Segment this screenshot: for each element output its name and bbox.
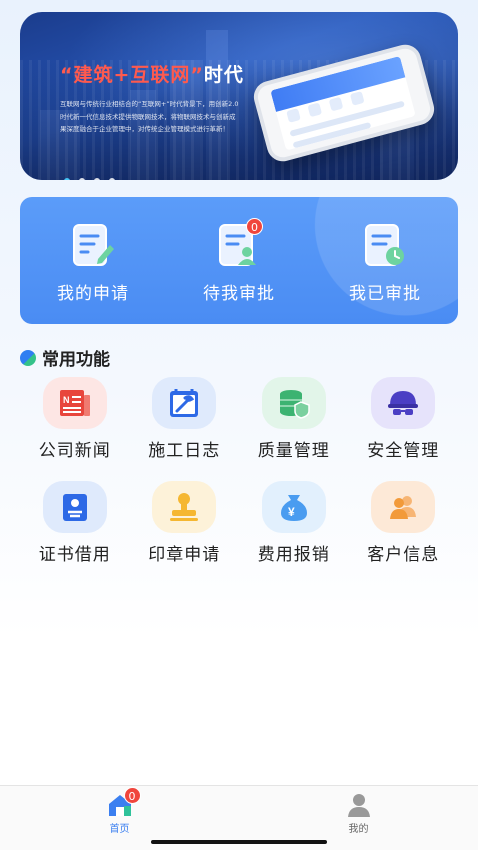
carousel-dot[interactable] — [64, 178, 70, 180]
customers-icon — [371, 481, 436, 533]
construction-log-button[interactable]: 施工日志 — [130, 377, 240, 461]
approval-card: 我的申请 0 待我审批 我已审批 — [20, 197, 458, 324]
certificate-borrow-button[interactable]: 证书借用 — [20, 481, 130, 565]
common-functions-header: 常用功能 — [20, 345, 110, 370]
approved-document-icon — [362, 223, 408, 269]
my-applications-label: 我的申请 — [57, 284, 129, 304]
carousel-dot[interactable] — [109, 178, 115, 180]
safety-management-button[interactable]: 安全管理 — [349, 377, 459, 461]
construction-log-icon — [152, 377, 217, 429]
customer-info-label: 客户信息 — [367, 545, 440, 565]
construction-log-label: 施工日志 — [148, 441, 221, 461]
profile-icon — [346, 792, 372, 818]
seal-application-button[interactable]: 印章申请 — [130, 481, 240, 565]
quality-management-label: 质量管理 — [257, 441, 330, 461]
approved-label: 我已审批 — [349, 284, 421, 304]
pending-count-badge: 0 — [246, 218, 263, 235]
certificate-icon — [42, 481, 107, 533]
my-applications-button[interactable]: 我的申请 — [33, 223, 153, 304]
seal-stamp-icon — [152, 481, 217, 533]
tab-home-label: 首页 — [109, 824, 130, 835]
money-bag-icon: ¥ — [261, 481, 326, 533]
certificate-borrow-label: 证书借用 — [38, 545, 111, 565]
banner-carousel[interactable]: “建筑+互联网”时代 互联网与传统行业相结合的“互联网+”时代背景下，用创新2.… — [20, 12, 458, 180]
carousel-dot[interactable] — [79, 178, 85, 180]
section-bullet-icon — [20, 349, 36, 366]
company-news-label: 公司新闻 — [38, 441, 111, 461]
edit-document-icon — [70, 223, 116, 269]
newspaper-icon: N — [42, 377, 107, 429]
home-badge: 0 — [123, 787, 141, 804]
pending-approval-button[interactable]: 0 待我审批 — [179, 218, 299, 304]
carousel-dot[interactable] — [94, 178, 100, 180]
pending-approval-icon: 0 — [216, 218, 263, 269]
quality-shield-icon — [261, 377, 326, 429]
home-icon: 0 — [107, 787, 141, 818]
safety-management-label: 安全管理 — [367, 441, 440, 461]
approved-button[interactable]: 我已审批 — [325, 223, 445, 304]
pending-approval-label: 待我审批 — [203, 284, 275, 304]
function-grid: N 公司新闻 施工日志 质量管理 安全管理 证书借用 印章申请 ¥ 费用报销 客… — [20, 377, 458, 565]
expense-reimbursement-label: 费用报销 — [257, 545, 330, 565]
common-functions-title: 常用功能 — [42, 350, 110, 370]
company-news-button[interactable]: N 公司新闻 — [20, 377, 130, 461]
seal-application-label: 印章申请 — [148, 545, 221, 565]
safety-helmet-icon — [371, 377, 436, 429]
home-indicator[interactable] — [151, 840, 327, 844]
banner-description: 互联网与传统行业相结合的“互联网+”时代背景下，用创新2.0时代新一代信息技术提… — [60, 100, 239, 133]
banner-title: “建筑+互联网”时代 — [60, 64, 244, 86]
tab-profile-label: 我的 — [348, 824, 369, 835]
svg-text:¥: ¥ — [288, 505, 295, 519]
expense-reimbursement-button[interactable]: ¥ 费用报销 — [239, 481, 349, 565]
quality-management-button[interactable]: 质量管理 — [239, 377, 349, 461]
carousel-indicator[interactable] — [64, 178, 115, 180]
customer-info-button[interactable]: 客户信息 — [349, 481, 459, 565]
svg-text:N: N — [63, 395, 70, 405]
